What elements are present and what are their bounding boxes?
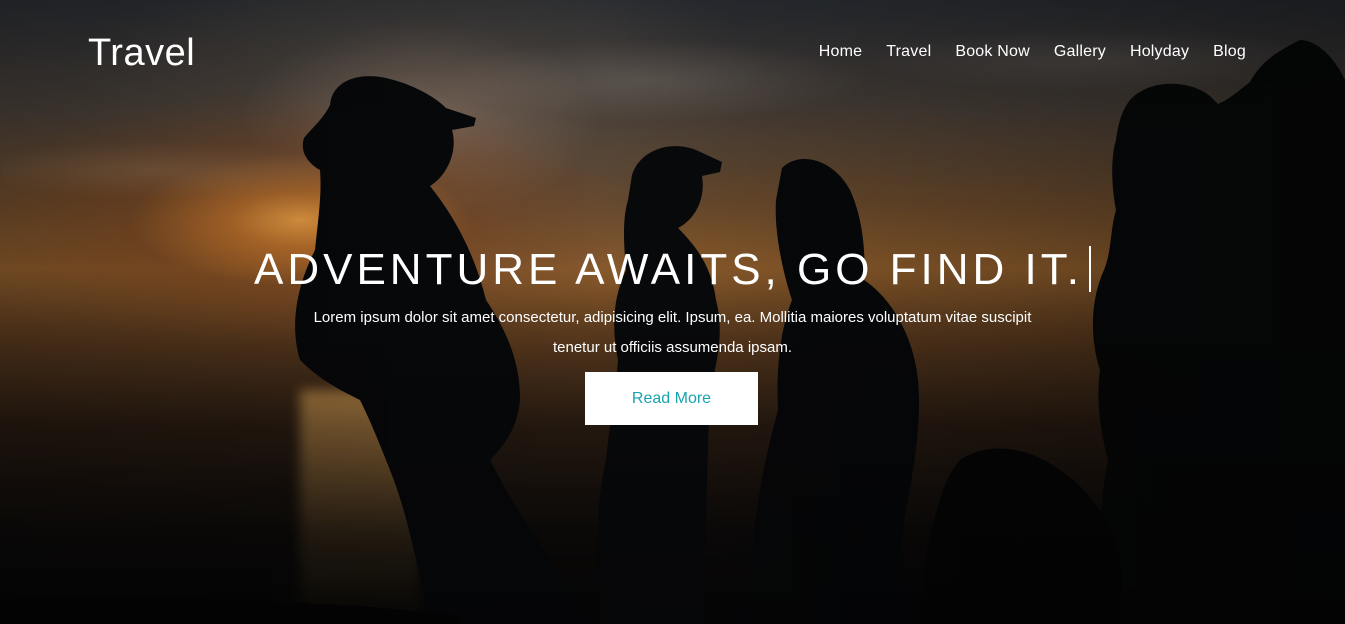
hero-headline: ADVENTURE AWAITS, GO FIND IT.: [0, 241, 1345, 299]
hero-headline-text: ADVENTURE AWAITS, GO FIND IT.: [253, 245, 1084, 295]
sky-clouds: [0, 0, 1345, 210]
sea-reflection: [300, 390, 420, 624]
nav-home[interactable]: Home: [819, 40, 862, 64]
main-navigation: Home Travel Book Now Gallery Holyday Blo…: [819, 40, 1246, 64]
read-more-button[interactable]: Read More: [585, 372, 758, 425]
nav-gallery[interactable]: Gallery: [1054, 40, 1106, 64]
hero-subtitle: Lorem ipsum dolor sit amet consectetur, …: [313, 309, 1032, 356]
silhouette-rock-right: [920, 448, 1123, 624]
nav-holyday[interactable]: Holyday: [1130, 40, 1189, 64]
brand-logo[interactable]: Travel: [88, 30, 195, 76]
nav-travel[interactable]: Travel: [886, 40, 931, 64]
hero-section: Travel Home Travel Book Now Gallery Holy…: [0, 0, 1345, 624]
silhouette-middle-bun: [740, 159, 920, 624]
typing-cursor: [1089, 246, 1092, 293]
nav-book-now[interactable]: Book Now: [955, 40, 1030, 64]
nav-blog[interactable]: Blog: [1213, 40, 1246, 64]
